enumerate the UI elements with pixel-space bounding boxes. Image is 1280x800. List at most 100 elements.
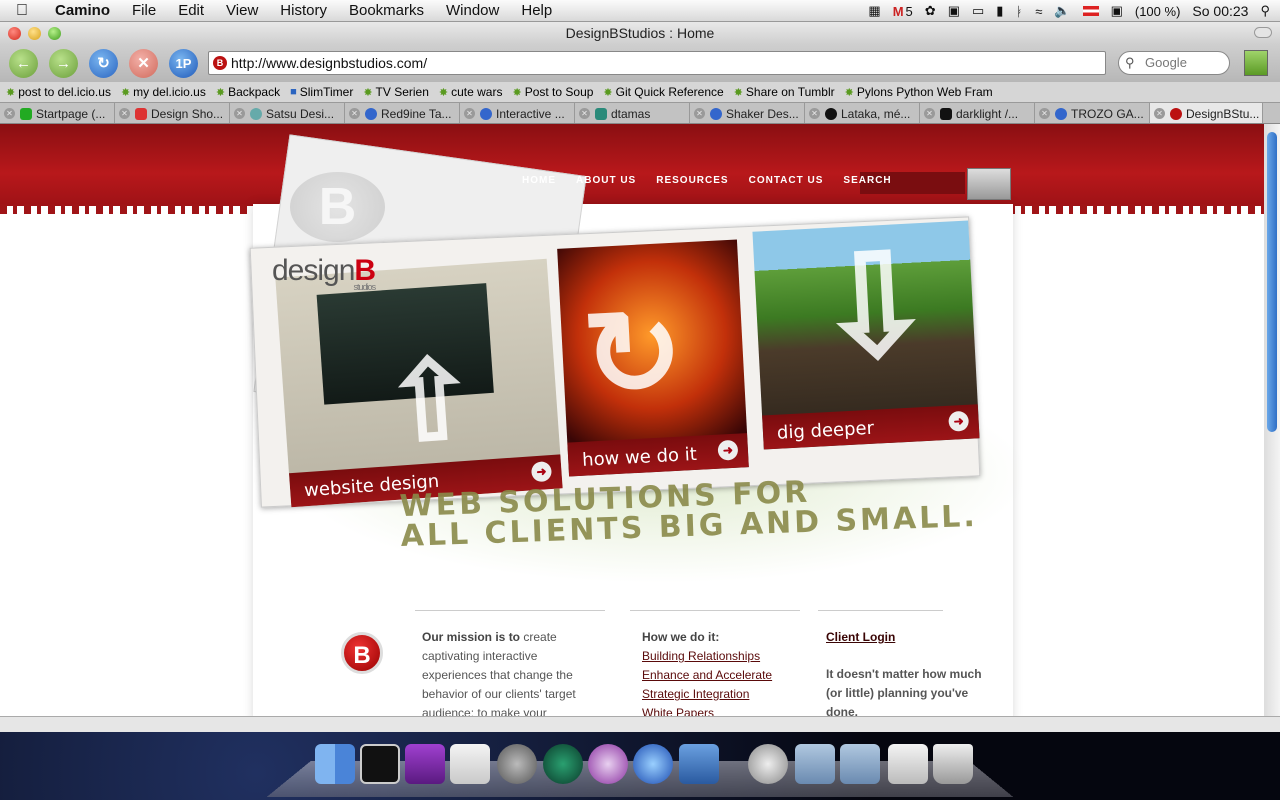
close-tab-icon[interactable]: ✕ xyxy=(464,108,475,119)
tab[interactable]: ✕ Startpage (... xyxy=(0,103,115,123)
bookmark-item[interactable]: ✸ cute wars xyxy=(439,85,503,99)
apple-menu-icon[interactable]:  xyxy=(0,2,44,20)
close-tab-icon[interactable]: ✕ xyxy=(119,108,130,119)
up-arrow-icon: ⇧ xyxy=(380,337,481,467)
tab-active[interactable]: ✕ DesignBStu... xyxy=(1150,103,1263,123)
volume-icon[interactable]: 🔈 xyxy=(1054,3,1070,19)
trash-icon[interactable] xyxy=(933,744,973,784)
back-button[interactable]: ← xyxy=(9,49,38,78)
tab[interactable]: ✕ Design Sho... xyxy=(115,103,230,123)
nav-about[interactable]: ABOUT US xyxy=(566,175,646,186)
site-search-button[interactable] xyxy=(967,168,1011,200)
menu-app[interactable]: Camino xyxy=(44,2,121,19)
link-strategic-integration[interactable]: Strategic Integration xyxy=(642,685,802,704)
nav-contact[interactable]: CONTACT US xyxy=(739,175,834,186)
flag-icon[interactable] xyxy=(1082,6,1099,16)
finder-icon[interactable] xyxy=(315,744,355,784)
menu-file[interactable]: File xyxy=(121,2,167,19)
close-tab-icon[interactable]: ✕ xyxy=(4,108,15,119)
address-bar[interactable]: B http://www.designbstudios.com/ xyxy=(208,51,1106,75)
calendar-icon[interactable]: ▦ xyxy=(868,3,880,19)
close-tab-icon[interactable]: ✕ xyxy=(1039,108,1050,119)
search-field[interactable]: ⚲ Google xyxy=(1118,51,1230,75)
tab[interactable]: ✕ Red9ine Ta... xyxy=(345,103,460,123)
menu-view[interactable]: View xyxy=(215,2,269,19)
menu-bookmarks[interactable]: Bookmarks xyxy=(338,2,435,19)
tab[interactable]: ✕ Lataka, mé... xyxy=(805,103,920,123)
tab[interactable]: ✕ darklight /... xyxy=(920,103,1035,123)
bookmark-item[interactable]: ✸ Git Quick Reference xyxy=(603,85,723,99)
close-tab-icon[interactable]: ✕ xyxy=(924,108,935,119)
panel-dig-deeper[interactable]: ⇩ dig deeper ➜ xyxy=(752,220,980,450)
nav-home[interactable]: HOME xyxy=(512,175,566,186)
system-preferences-icon[interactable] xyxy=(497,744,537,784)
tab[interactable]: ✕ Interactive ... xyxy=(460,103,575,123)
bookmark-item[interactable]: ✸ post to del.icio.us xyxy=(6,85,111,99)
close-window-button[interactable] xyxy=(8,27,21,40)
tab[interactable]: ✕ dtamas xyxy=(575,103,690,123)
reload-button[interactable]: ↻ xyxy=(89,49,118,78)
link-enhance-accelerate[interactable]: Enhance and Accelerate xyxy=(642,666,802,685)
minimize-window-button[interactable] xyxy=(28,27,41,40)
bookmark-item[interactable]: ✸ Share on Tumblr xyxy=(734,85,835,99)
wifi-icon[interactable]: ≈ xyxy=(1035,4,1042,19)
menu-window[interactable]: Window xyxy=(435,2,510,19)
panel-website-design[interactable]: ⇧ website design ➜ xyxy=(275,258,563,508)
battery-menu-icon[interactable]: ▮ xyxy=(996,3,1003,19)
tab[interactable]: ✕ Shaker Des... xyxy=(690,103,805,123)
toolbar-toggle-button[interactable] xyxy=(1254,27,1272,38)
close-tab-icon[interactable]: ✕ xyxy=(1154,108,1165,119)
forward-button[interactable]: → xyxy=(49,49,78,78)
display-icon[interactable]: ▭ xyxy=(972,3,984,19)
battery-icon[interactable]: ▣ xyxy=(1111,3,1123,19)
bluetooth-icon[interactable]: ᛓ xyxy=(1015,4,1023,19)
nav-resources[interactable]: RESOURCES xyxy=(646,175,738,186)
onepassword-button[interactable]: 1P xyxy=(169,49,198,78)
bookmark-manager-icon[interactable] xyxy=(1244,50,1268,76)
tab[interactable]: ✕ TROZO GA... xyxy=(1035,103,1150,123)
adium-icon[interactable] xyxy=(588,744,628,784)
site-logo[interactable]: designB studios xyxy=(272,254,376,292)
gmail-icon[interactable]: M xyxy=(893,4,904,19)
mail-icon[interactable] xyxy=(748,744,788,784)
clock[interactable]: So 00:23 xyxy=(1192,3,1248,19)
menu-edit[interactable]: Edit xyxy=(167,2,215,19)
bookmark-item[interactable]: ✸ Backpack xyxy=(216,85,280,99)
terminal-icon[interactable] xyxy=(360,744,400,784)
downloads-stack-icon[interactable] xyxy=(888,744,928,784)
close-tab-icon[interactable]: ✕ xyxy=(579,108,590,119)
tab[interactable]: ✕ Satsu Desi... xyxy=(230,103,345,123)
link-building-relationships[interactable]: Building Relationships xyxy=(642,647,802,666)
documents-folder-icon[interactable] xyxy=(795,744,835,784)
bookmark-item[interactable]: ■ SlimTimer xyxy=(290,85,353,99)
client-login-link[interactable]: Client Login xyxy=(826,628,991,647)
app-icon[interactable] xyxy=(405,744,445,784)
movies-folder-icon[interactable] xyxy=(840,744,880,784)
close-tab-icon[interactable]: ✕ xyxy=(809,108,820,119)
css-edit-icon[interactable] xyxy=(450,744,490,784)
paw-icon[interactable]: ✿ xyxy=(925,3,936,19)
bookmark-item[interactable]: ✸ Pylons Python Web Fram xyxy=(845,85,993,99)
time-machine-icon[interactable] xyxy=(543,744,583,784)
panel-how-we-do-it[interactable]: ↻ how we do it ➜ xyxy=(557,239,749,477)
bookmark-item[interactable]: ✸ my del.icio.us xyxy=(121,85,206,99)
iphoto-icon[interactable] xyxy=(679,744,719,784)
bookmark-item[interactable]: ✸ Post to Soup xyxy=(512,85,593,99)
menu-history[interactable]: History xyxy=(269,2,338,19)
tab-favicon xyxy=(135,107,147,120)
link-white-papers[interactable]: White Papers xyxy=(642,704,802,716)
spotlight-icon[interactable]: ⚲ xyxy=(1260,3,1270,19)
stop-button[interactable]: ✕ xyxy=(129,49,158,78)
close-tab-icon[interactable]: ✕ xyxy=(349,108,360,119)
menu-help[interactable]: Help xyxy=(510,2,563,19)
close-tab-icon[interactable]: ✕ xyxy=(234,108,245,119)
header-band xyxy=(0,124,1264,214)
app-status-icon[interactable]: ▣ xyxy=(948,3,960,19)
zoom-window-button[interactable] xyxy=(48,27,61,40)
vertical-scrollbar[interactable] xyxy=(1264,124,1280,716)
search-placeholder: Google xyxy=(1145,55,1187,70)
bookmark-item[interactable]: ✸ TV Serien xyxy=(363,85,429,99)
close-tab-icon[interactable]: ✕ xyxy=(694,108,705,119)
camino-icon[interactable] xyxy=(633,744,673,784)
scrollbar-thumb[interactable] xyxy=(1267,132,1277,432)
